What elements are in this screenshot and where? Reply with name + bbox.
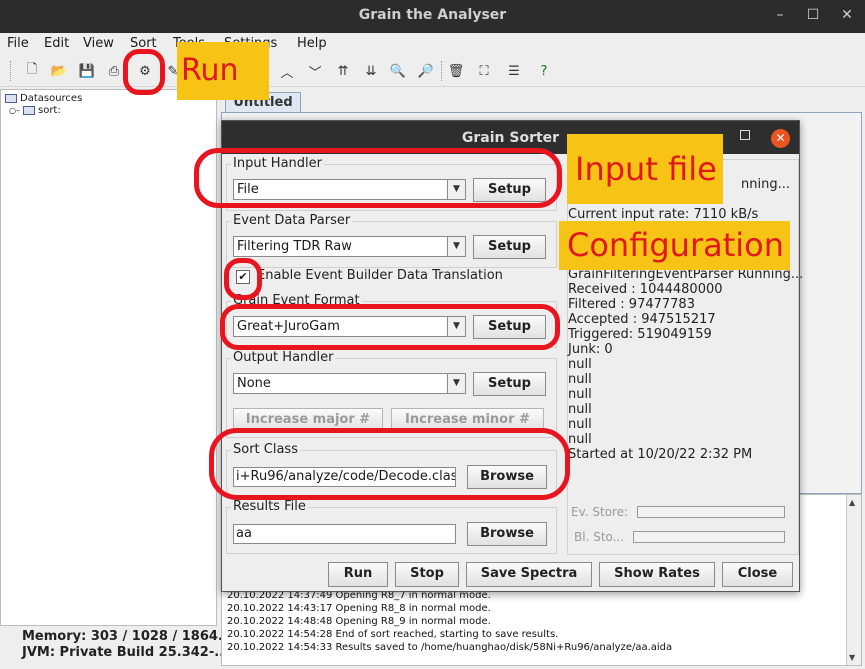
tree-root-label: Datasources (20, 93, 83, 104)
double-chevron-up-icon[interactable]: ⇈ (332, 60, 354, 82)
event-parser-label: Event Data Parser (231, 213, 353, 228)
toolbar-grip (10, 61, 12, 81)
output-handler-value: None (237, 376, 271, 391)
bl-store-progress (633, 531, 785, 543)
log-line: 20.10.2022 14:43:17 Opening R8_8 in norm… (227, 603, 491, 614)
run-annotation: Run (177, 42, 269, 100)
run-highlight-circle (123, 49, 165, 95)
chevron-down-icon[interactable]: ﹀ (304, 60, 326, 82)
zoom-in-icon[interactable]: 🔍 (387, 60, 409, 82)
event-builder-label: Enable Event Builder Data Translation (257, 268, 503, 283)
run-button[interactable]: Run (328, 562, 388, 587)
save-icon[interactable]: 💾 (76, 60, 98, 82)
close-button[interactable]: Close (722, 562, 793, 587)
window-titlebar: Grain the Analyser – ☐ ✕ (0, 0, 865, 33)
status-line: null (568, 432, 592, 447)
stop-button[interactable]: Stop (395, 562, 459, 587)
log-scrollbar[interactable]: ▲ ▼ (846, 495, 861, 665)
event-parser-select[interactable]: Filtering TDR Raw ▼ (233, 236, 466, 257)
status-line: Junk: 0 (568, 342, 613, 357)
status-line: nning... (741, 177, 790, 192)
event-parser-setup-button[interactable]: Setup (473, 235, 546, 259)
save-spectra-button[interactable]: Save Spectra (466, 562, 592, 587)
output-handler-label: Output Handler (231, 350, 336, 365)
status-line: null (568, 357, 592, 372)
trash-icon[interactable]: 🗑 (445, 60, 467, 82)
status-line: Current input rate: 7110 kB/s (568, 207, 759, 222)
scroll-down-icon[interactable]: ▼ (849, 653, 855, 662)
status-line: null (568, 417, 592, 432)
results-file-browse-button[interactable]: Browse (467, 522, 547, 546)
tree-root[interactable]: Datasources (5, 93, 82, 104)
dropdown-arrow-icon[interactable]: ▼ (447, 374, 465, 393)
menu-help[interactable]: Help (297, 36, 327, 51)
status-line: Started at 10/20/22 2:32 PM (568, 447, 753, 462)
maximize-icon[interactable]: ☐ (804, 6, 822, 24)
status-line: Filtered : 97477783 (568, 297, 695, 312)
status-line: null (568, 387, 592, 402)
log-line: 20.10.2022 14:54:28 End of sort reached,… (227, 629, 559, 640)
zoom-out-icon[interactable]: 🔎 (415, 60, 437, 82)
menu-view[interactable]: View (83, 36, 114, 51)
datasource-tree: Datasources ○– sort: (0, 89, 217, 626)
help-icon[interactable]: ? (533, 60, 555, 82)
status-line: null (568, 372, 592, 387)
close-icon[interactable]: ✕ (838, 6, 856, 24)
menu-file[interactable]: File (7, 36, 29, 51)
folder-icon (22, 106, 35, 115)
results-file-field[interactable]: aa (233, 524, 456, 544)
minimize-icon[interactable]: – (771, 6, 789, 24)
log-line: 20.10.2022 14:48:48 Opening R8_9 in norm… (227, 616, 491, 627)
folder-icon (5, 94, 17, 103)
input-handler-highlight (194, 148, 562, 208)
log-line: 20.10.2022 14:54:33 Results saved to /ho… (227, 642, 673, 653)
window-title: Grain the Analyser (358, 7, 507, 23)
status-line: Triggered: 519049159 (568, 327, 712, 342)
output-handler-select[interactable]: None ▼ (233, 373, 466, 394)
print-icon[interactable]: ⎙ (103, 60, 125, 82)
event-format-highlight (220, 304, 560, 350)
menu-edit[interactable]: Edit (44, 36, 69, 51)
sort-status-panel: S nning... Current input rate: 7110 kB/s… (567, 156, 803, 555)
fit-icon[interactable]: ⛶ (473, 60, 495, 82)
chevron-up-icon[interactable]: ︿ (276, 60, 298, 82)
event-parser-value: Filtering TDR Raw (237, 239, 352, 254)
double-chevron-down-icon[interactable]: ⇊ (360, 60, 382, 82)
dialog-close-icon[interactable]: ✕ (771, 129, 790, 148)
dialog-maximize-icon[interactable] (740, 130, 750, 140)
input-file-annotation: Input file (567, 134, 723, 204)
new-icon[interactable]: 🗋 (21, 60, 43, 82)
show-rates-button[interactable]: Show Rates (599, 562, 715, 587)
tree-expander-icon[interactable]: ○– (9, 106, 20, 115)
bl-store-label: Bl. Sto... (574, 530, 625, 544)
output-handler-setup-button[interactable]: Setup (473, 372, 546, 396)
status-line: Accepted : 947515217 (568, 312, 716, 327)
checkbox-highlight (224, 258, 262, 300)
tree-child-sort[interactable]: ○– sort: (9, 105, 61, 116)
list-icon[interactable]: ☰ (503, 60, 525, 82)
status-line: null (568, 402, 592, 417)
scroll-up-icon[interactable]: ▲ (849, 498, 855, 507)
results-file-label: Results File (231, 499, 308, 514)
ev-store-progress (637, 506, 785, 518)
jvm-status: JVM: Private Build 25.342-... (22, 645, 230, 660)
memory-status: Memory: 303 / 1028 / 1864... (22, 629, 233, 644)
ev-store-label: Ev. Store: (571, 505, 629, 519)
toolbar-separator (441, 61, 443, 81)
configuration-annotation: Configuration (559, 221, 790, 270)
status-line: Received : 1044480000 (568, 282, 723, 297)
sort-class-highlight (209, 428, 570, 500)
open-icon[interactable]: 📂 (48, 60, 70, 82)
tree-child-label: sort: (37, 105, 61, 116)
dropdown-arrow-icon[interactable]: ▼ (447, 237, 465, 256)
